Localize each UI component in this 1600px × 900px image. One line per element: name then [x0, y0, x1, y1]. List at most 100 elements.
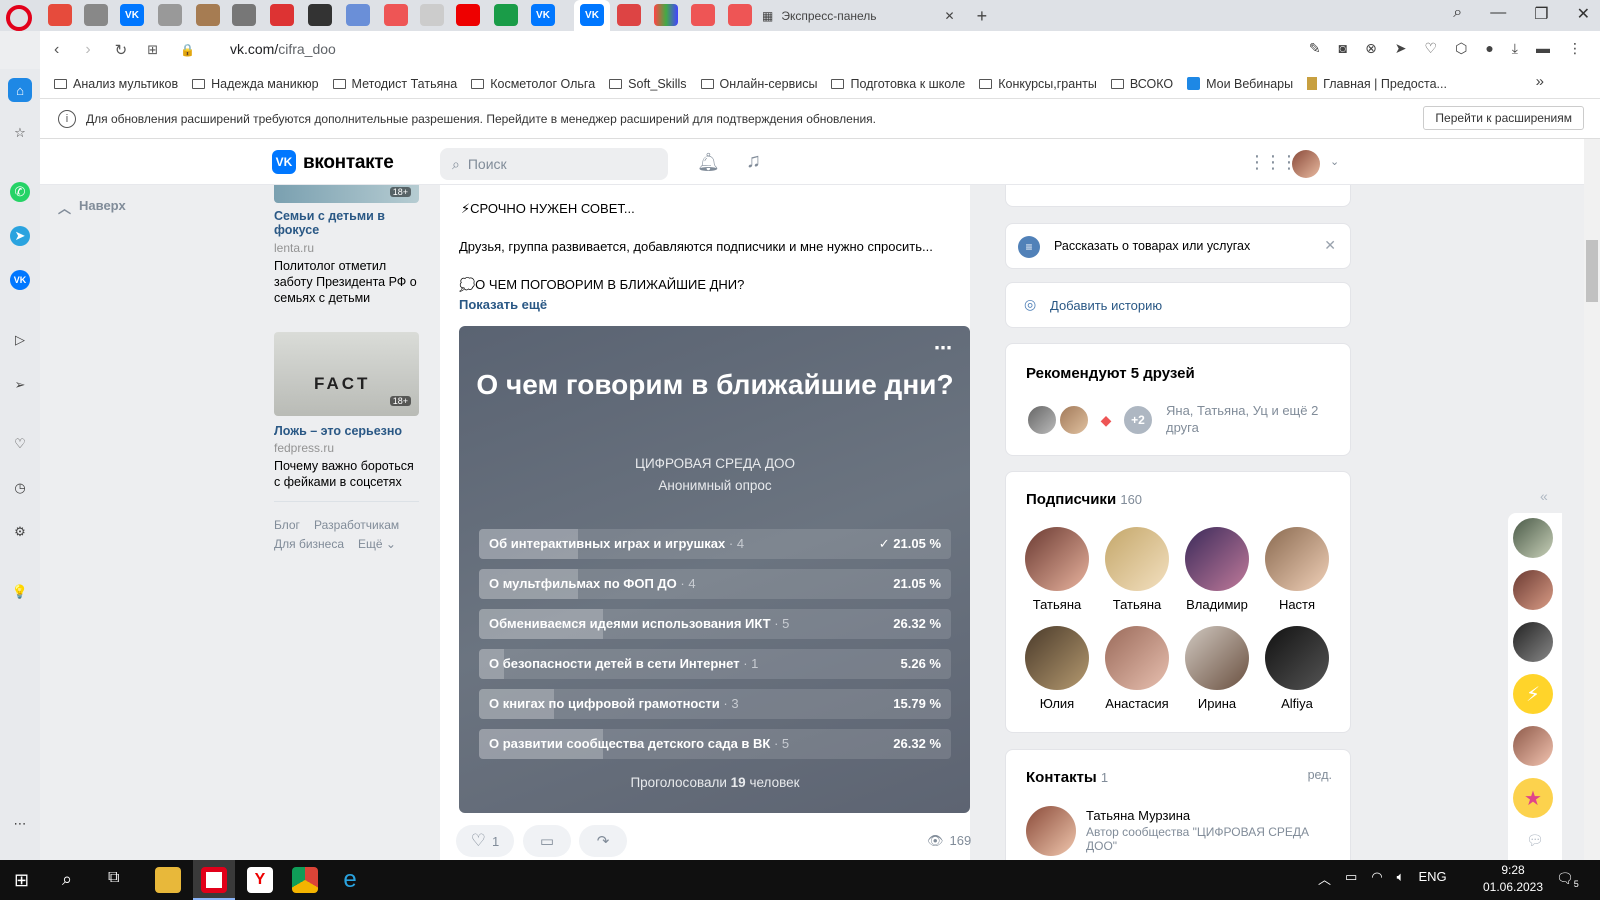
contact-name[interactable]: Татьяна Мурзина — [1086, 808, 1190, 823]
tab-express-panel[interactable]: ▦ Экспресс-панель ✕ + — [762, 4, 987, 28]
vk-logo-text[interactable]: вконтакте — [303, 152, 394, 174]
minimize-icon[interactable]: — — [1490, 4, 1506, 24]
tab-vk-icon[interactable]: VK — [120, 4, 144, 26]
download-icon[interactable]: ⤓ — [1512, 40, 1518, 57]
close-tab-icon[interactable]: ✕ — [945, 9, 955, 23]
contact-avatar[interactable] — [1026, 806, 1076, 856]
subscriber-avatar[interactable] — [1025, 527, 1089, 591]
footer-link-business[interactable]: Для бизнеса — [274, 537, 344, 551]
subscriber-name[interactable]: Настя — [1257, 597, 1337, 612]
tabs-grid-icon[interactable]: ⊞ — [147, 42, 158, 58]
close-window-icon[interactable]: ✕ — [1577, 4, 1590, 24]
bookmark-item[interactable]: Надежда маникюр — [192, 77, 319, 91]
chat-avatar[interactable] — [1513, 726, 1553, 766]
more-bookmarks-icon[interactable]: » — [1536, 73, 1544, 90]
star-icon[interactable]: ☆ — [10, 123, 30, 143]
friend-avatar[interactable] — [1058, 404, 1090, 436]
services-grid-icon[interactable]: ⋮⋮⋮ — [1248, 152, 1298, 173]
battery-icon[interactable]: ▬ — [1536, 40, 1550, 57]
clock[interactable]: 9:28 01.06.2023 — [1478, 862, 1548, 896]
collapse-chats-icon[interactable]: « — [1540, 488, 1548, 504]
history-icon[interactable]: ◷ — [10, 478, 30, 498]
footer-link-more[interactable]: Ещё ⌄ — [358, 537, 396, 551]
more-sidebar-icon[interactable]: ⋯ — [10, 814, 30, 834]
language-indicator[interactable]: ENG — [1418, 869, 1446, 888]
footer-link-blog[interactable]: Блог — [274, 518, 300, 532]
tab-favicon-19[interactable] — [728, 4, 752, 26]
like-button[interactable]: ♡ 1 — [456, 825, 514, 857]
tab-favicon-8[interactable] — [308, 4, 332, 26]
bookmark-item[interactable]: Методист Татьяна — [332, 77, 457, 91]
ad-image-2[interactable]: FACT 18+ — [274, 332, 419, 416]
friend-avatar[interactable]: ◆ — [1090, 404, 1122, 436]
opera-logo-icon[interactable] — [6, 5, 32, 31]
poll-option[interactable]: Об интерактивных играх и игрушках · 4 ✓ 2… — [479, 529, 951, 559]
poll-option[interactable]: О книгах по цифровой грамотности · 3 15.7… — [479, 689, 951, 719]
bookmark-item[interactable]: Подготовка к школе — [831, 77, 965, 91]
scrollbar-thumb[interactable] — [1586, 240, 1598, 302]
subscriber-avatar[interactable] — [1105, 527, 1169, 591]
subscriber-name[interactable]: Юлия — [1017, 696, 1097, 711]
poll-menu-icon[interactable]: ⋯ — [934, 338, 953, 359]
share-button[interactable]: ↷ — [579, 825, 627, 857]
search-tabs-icon[interactable]: ⌕ — [1453, 4, 1462, 24]
subscriber-name[interactable]: Анастасия — [1097, 696, 1177, 711]
ad-title[interactable]: Семьи с детьми в фокусе — [274, 209, 419, 237]
tab-favicon-10[interactable] — [384, 4, 408, 26]
wifi-icon[interactable]: ◠ — [1371, 869, 1382, 888]
back-icon[interactable]: ‹ — [54, 41, 59, 59]
music-icon[interactable]: ♫ — [746, 150, 761, 173]
user-avatar[interactable] — [1292, 150, 1320, 178]
poll-author[interactable]: ЦИФРОВАЯ СРЕДА ДОО — [460, 456, 970, 471]
tab-vk-icon-active[interactable]: VK — [580, 4, 604, 26]
chat-avatar[interactable] — [1513, 570, 1553, 610]
subscriber-avatar[interactable] — [1265, 626, 1329, 690]
poll-option[interactable]: Обмениваемся идеями использования ИКТ · … — [479, 609, 951, 639]
heart-icon[interactable]: ♡ — [1425, 40, 1438, 57]
subscriber-name[interactable]: Alfiya — [1257, 696, 1337, 711]
footer-link-dev[interactable]: Разработчикам — [314, 518, 399, 532]
whatsapp-icon[interactable]: ✆ — [10, 182, 30, 202]
notification-center-icon[interactable]: 🗨︎5 — [1556, 870, 1579, 889]
tab-vk-icon-2[interactable]: VK — [531, 4, 555, 26]
vk-logo-icon[interactable]: VK — [272, 150, 296, 174]
ad-image-1[interactable]: 18+ — [274, 185, 419, 203]
tab-favicon-18[interactable] — [691, 4, 715, 26]
chat-avatar[interactable] — [1513, 622, 1553, 662]
bookmark-item[interactable]: ВСОКО — [1110, 77, 1173, 91]
forward-icon[interactable]: › — [85, 41, 90, 59]
tell-goods-card[interactable]: ≡ Рассказать о товарах или услугах ✕ — [1005, 223, 1351, 269]
lightning-chat-icon[interactable]: ⚡ — [1513, 674, 1553, 714]
chat-avatar[interactable] — [1513, 518, 1553, 558]
show-more-link[interactable]: Показать ещё — [459, 297, 547, 312]
telegram-icon[interactable]: ➤ — [10, 226, 30, 246]
scroll-top-button[interactable]: ︿ Наверх — [58, 198, 126, 217]
lightbulb-icon[interactable]: 💡 — [10, 582, 30, 602]
windows-start-icon[interactable]: ⊞ — [14, 870, 29, 891]
subscriber-name[interactable]: Татьяна — [1097, 597, 1177, 612]
poll-option[interactable]: О безопасности детей в сети Интернет · 1… — [479, 649, 951, 679]
settings-icon[interactable]: ⚙ — [10, 522, 30, 542]
tab-favicon-17[interactable] — [654, 4, 678, 26]
go-to-extensions-button[interactable]: Перейти к расширениям — [1423, 106, 1584, 130]
bookmark-item[interactable]: Soft_Skills — [609, 77, 687, 91]
task-view-icon[interactable]: ⧉ — [108, 869, 119, 887]
tab-favicon-11[interactable] — [420, 4, 444, 26]
opera-taskbar-icon[interactable] — [201, 867, 227, 893]
subscriber-name[interactable]: Владимир — [1177, 597, 1257, 612]
heart-sidebar-icon[interactable]: ♡ — [10, 434, 30, 454]
send-icon[interactable]: ➤ — [1395, 40, 1407, 57]
tab-favicon-2[interactable] — [84, 4, 108, 26]
tab-link-icon[interactable] — [232, 4, 256, 26]
subscriber-name[interactable]: Татьяна — [1017, 597, 1097, 612]
poll-option[interactable]: О мультфильмах по ФОП ДО · 4 21.05 % — [479, 569, 951, 599]
tray-battery-icon[interactable]: ▭ — [1345, 869, 1357, 888]
camera-icon[interactable]: ◙ — [1339, 40, 1347, 57]
notifications-icon[interactable]: 🔔︎ — [697, 152, 720, 173]
tab-favicon-13[interactable] — [494, 4, 518, 26]
cube-icon[interactable]: ⬡ — [1455, 40, 1467, 57]
player-icon[interactable]: ▷ — [10, 330, 30, 350]
comment-button[interactable]: ▭ — [523, 825, 571, 857]
tab-favicon-7[interactable] — [270, 4, 294, 26]
file-explorer-icon[interactable] — [155, 867, 181, 893]
